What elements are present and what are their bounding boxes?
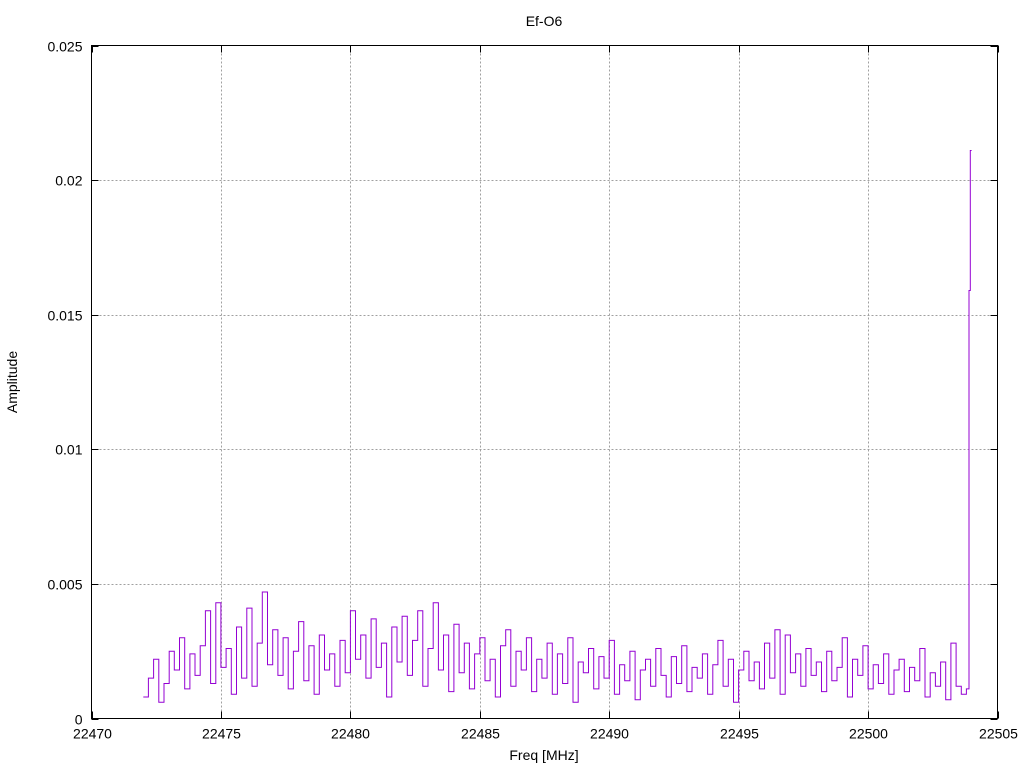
chart-title: Ef-O6 (526, 13, 563, 29)
y-tick-label: 0.02 (55, 173, 82, 189)
chart: Ef-O6 Freq [MHz] Amplitude 22470 22475 224… (4, 13, 1018, 763)
series-line-ef-o6 (143, 150, 972, 703)
x-tick-label: 22485 (461, 726, 500, 742)
y-axis-label: Amplitude (4, 351, 20, 413)
x-tick-label: 22490 (590, 726, 629, 742)
x-tick-label: 22475 (202, 726, 241, 742)
x-tick-label: 22495 (720, 726, 759, 742)
x-axis-label: Freq [MHz] (509, 747, 578, 763)
x-tick-label: 22500 (849, 726, 888, 742)
tick-labels: 22470 22475 22480 22485 22490 22495 22500 22505… (47, 39, 1018, 742)
y-tick-label: 0.015 (47, 308, 82, 324)
y-tick-label: 0.025 (47, 39, 82, 55)
x-tick-label: 22480 (331, 726, 370, 742)
x-tick-label: 22470 (73, 726, 112, 742)
y-tick-label: 0.005 (47, 577, 82, 593)
grid (91, 45, 998, 719)
x-tick-label: 22505 (979, 726, 1018, 742)
y-tick-label: 0.01 (55, 442, 82, 458)
ticks (91, 45, 999, 720)
y-tick-label: 0 (75, 712, 83, 728)
plot-border (91, 45, 998, 719)
